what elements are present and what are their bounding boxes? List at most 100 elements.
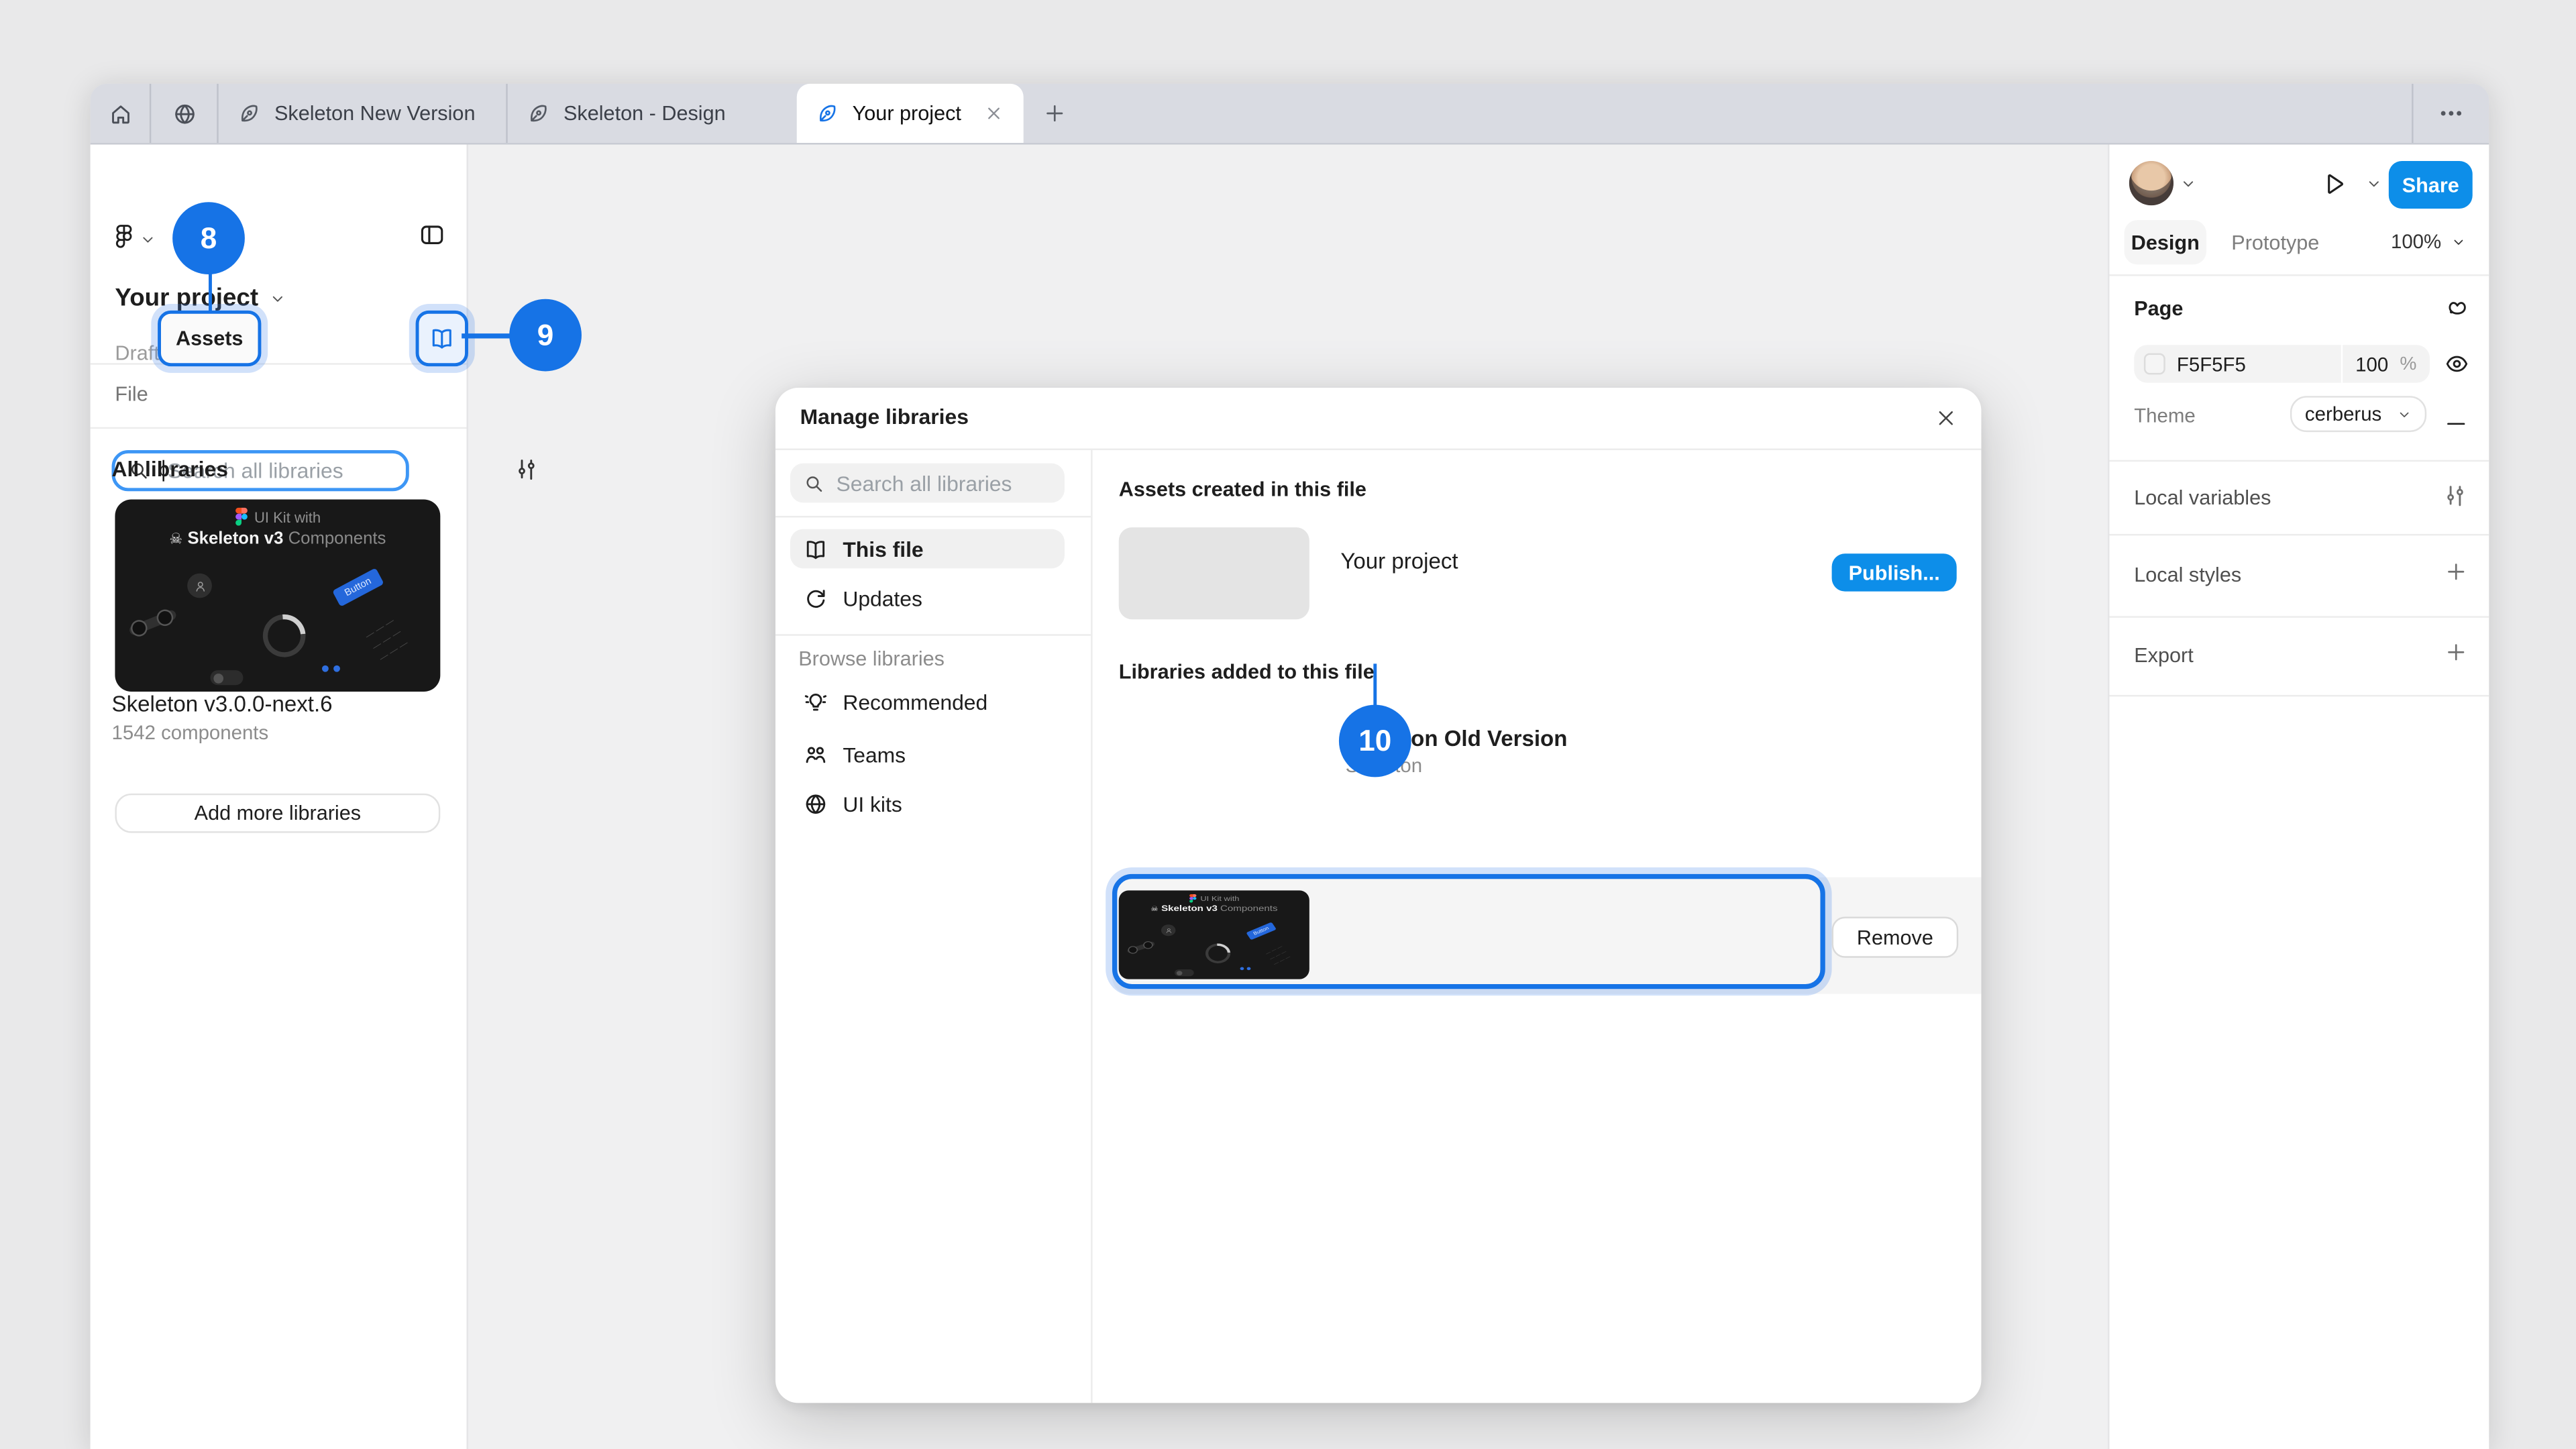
annotation-badge-10: 10 [1339, 705, 1411, 777]
filter-button[interactable] [515, 457, 539, 482]
zoom-menu[interactable]: 100% [2391, 230, 2466, 253]
theme-value: cerberus [2305, 402, 2381, 425]
nav-updates[interactable]: Updates [790, 578, 1065, 618]
nav-this-file[interactable]: This file [790, 529, 1065, 569]
nav-teams-label: Teams [843, 742, 906, 767]
divider [775, 634, 1091, 635]
globe-icon [804, 791, 828, 816]
card-avatar-chip [187, 574, 212, 598]
tab-your-project[interactable]: Your project [797, 84, 1024, 143]
local-styles-label: Local styles [2134, 564, 2241, 586]
toggle-sidebar-button[interactable] [419, 222, 445, 248]
library-name[interactable]: Skeleton v3.0.0-next.6 [112, 692, 333, 716]
library-row-thumbnail: UI Kit with ☠Skeleton v3 Components Butt… [1119, 890, 1309, 979]
modal-title: Manage libraries [800, 404, 969, 429]
search-icon [804, 472, 825, 494]
nav-updates-label: Updates [843, 586, 922, 610]
tab-label: Skeleton - Design [564, 102, 726, 125]
add-export-button[interactable] [2445, 641, 2467, 663]
minus-icon [2445, 413, 2467, 435]
annotation-badge-8: 8 [172, 202, 245, 274]
skull-icon: ☠ [169, 531, 182, 547]
remove-theme-button[interactable] [2445, 413, 2467, 435]
add-more-libraries-label: Add more libraries [195, 802, 361, 824]
community-button[interactable] [151, 84, 217, 143]
remove-button[interactable]: Remove [1832, 917, 1959, 958]
chevron-down-icon[interactable] [140, 231, 156, 248]
library-card-thumbnail[interactable]: UI Kit with ☠Skeleton v3 Components Butt… [115, 499, 440, 692]
share-label: Share [2402, 173, 2459, 196]
publish-label: Publish... [1849, 561, 1940, 584]
nav-ui-kits-label: UI kits [843, 791, 902, 816]
sliders-icon [2443, 483, 2468, 508]
nav-recommended[interactable]: Recommended [790, 682, 1065, 721]
section-all-libraries: All libraries [112, 457, 228, 482]
present-button[interactable] [2321, 171, 2347, 197]
figma-menu-button[interactable] [112, 223, 137, 248]
file-title-row[interactable]: Your project [115, 284, 286, 313]
home-button[interactable] [91, 84, 150, 143]
chevron-down-icon[interactable] [2180, 176, 2196, 192]
nav-recommended-label: Recommended [843, 689, 987, 714]
close-tab-icon[interactable] [984, 103, 1004, 123]
share-button[interactable]: Share [2389, 161, 2473, 209]
divider [91, 427, 467, 429]
color-opacity[interactable]: 100 [2355, 352, 2388, 375]
avatar[interactable] [2129, 161, 2174, 205]
modal-close-button[interactable] [1932, 404, 1960, 432]
publish-button[interactable]: Publish... [1832, 553, 1957, 591]
zoom-level: 100% [2391, 230, 2441, 253]
open-variables-button[interactable] [2443, 483, 2468, 508]
assets-section-title: Assets created in this file [1119, 478, 1366, 501]
plus-icon [2445, 560, 2467, 583]
app-window: Skeleton New Version Skeleton - Design Y… [91, 84, 2489, 1449]
theme-select[interactable]: cerberus [2290, 396, 2426, 432]
add-more-libraries-button[interactable]: Add more libraries [115, 794, 440, 833]
card-slider-shape [128, 609, 178, 637]
tab-design[interactable]: Design [2125, 220, 2206, 264]
figma-color-logo-icon [1189, 894, 1196, 902]
nav-this-file-label: This file [843, 537, 923, 561]
new-tab-button[interactable] [1024, 84, 1086, 143]
card-spinner-shape [254, 606, 315, 666]
annotation-badge-9: 9 [509, 299, 582, 372]
figma-color-logo-icon [235, 508, 248, 526]
file-nib-icon [816, 102, 839, 125]
visibility-button[interactable] [2445, 352, 2469, 376]
tab-assets[interactable]: Assets [158, 311, 261, 366]
window-more-button[interactable] [2414, 84, 2489, 143]
color-hex[interactable]: F5F5F5 [2177, 352, 2246, 375]
tab-assets-label: Assets [176, 327, 243, 350]
close-icon [1935, 407, 1957, 429]
divider [2109, 460, 2489, 462]
card-line2: ☠Skeleton v3 Components [115, 529, 440, 549]
export-label: Export [2134, 644, 2194, 667]
tab-skeleton-new-version[interactable]: Skeleton New Version [219, 84, 506, 143]
libraries-button[interactable] [416, 311, 468, 366]
page-styles-button[interactable] [2445, 294, 2469, 319]
figma-app: Skeleton New Version Skeleton - Design Y… [0, 0, 2576, 1449]
styles-icon [2445, 294, 2469, 319]
nav-ui-kits[interactable]: UI kits [790, 784, 1065, 823]
divider [91, 363, 467, 364]
chevron-down-icon[interactable] [2366, 176, 2382, 192]
refresh-icon [804, 586, 828, 610]
book-icon [429, 325, 455, 351]
left-sidebar: Your project Drafts File Assets [91, 145, 468, 1449]
teams-icon [804, 742, 828, 767]
color-swatch[interactable] [2144, 354, 2165, 375]
modal-search[interactable]: Search all libraries [790, 464, 1065, 503]
file-nib-icon [238, 102, 261, 125]
tab-skeleton-design[interactable]: Skeleton - Design [508, 84, 797, 143]
lightbulb-icon [804, 689, 828, 714]
page-color-row[interactable]: F5F5F5 100 % [2134, 345, 2430, 382]
sliders-icon [515, 457, 539, 482]
add-style-button[interactable] [2445, 560, 2467, 583]
libraries-section-title: Libraries added to this file [1119, 660, 1375, 683]
local-variables-label: Local variables [2134, 486, 2271, 509]
tab-prototype[interactable]: Prototype [2222, 220, 2328, 264]
nav-teams[interactable]: Teams [790, 735, 1065, 774]
tab-design-label: Design [2131, 231, 2200, 254]
tab-file[interactable]: File [115, 383, 148, 406]
card-dots [322, 665, 340, 672]
